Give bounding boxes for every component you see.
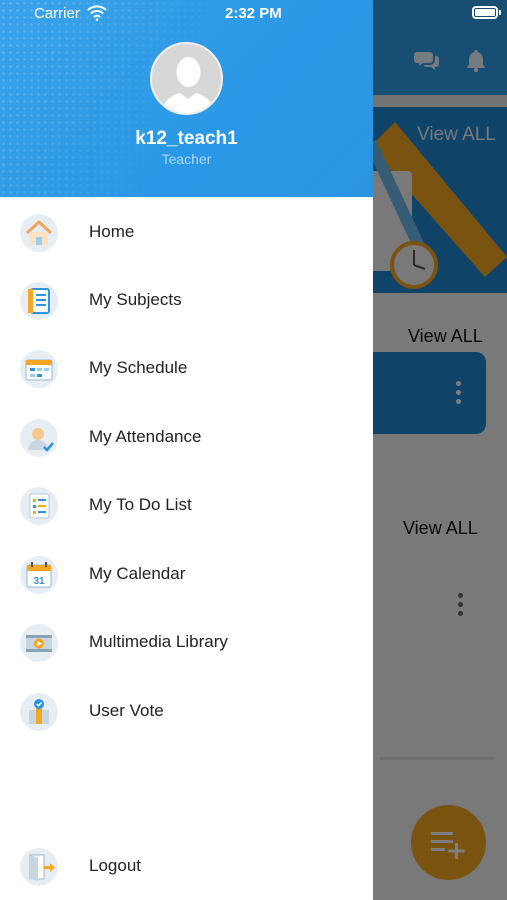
subjects-notebook-icon [20, 282, 58, 320]
drawer-header: k12_teach1 Teacher [0, 0, 373, 197]
calendar-icon: 31 [20, 556, 58, 594]
menu-label: Multimedia Library [89, 632, 228, 651]
calendar-day-number: 31 [33, 576, 45, 587]
menu-item-my-subjects[interactable]: My Subjects [0, 270, 373, 330]
attendance-person-icon [20, 419, 58, 457]
menu-label: My To Do List [89, 495, 192, 514]
todo-list-icon [20, 487, 58, 525]
menu-label: My Attendance [89, 427, 202, 446]
status-bar: Carrier 2:32 PM [0, 0, 507, 28]
menu-item-my-attendance[interactable]: My Attendance [0, 407, 373, 467]
logout-door-icon [20, 848, 58, 886]
menu-label: Logout [89, 856, 141, 875]
menu-item-my-schedule[interactable]: My Schedule [0, 338, 373, 398]
menu-item-user-vote[interactable]: User Vote [0, 681, 373, 741]
home-icon [20, 214, 58, 252]
user-name: k12_teach1 [135, 128, 238, 149]
carrier-label: Carrier [34, 5, 80, 22]
menu-item-multimedia-library[interactable]: Multimedia Library [0, 612, 373, 672]
menu-item-home[interactable]: Home [0, 202, 373, 262]
menu-label: Home [89, 222, 135, 241]
menu-item-my-calendar[interactable]: 31 My Calendar [0, 544, 373, 604]
battery-icon [472, 6, 501, 19]
multimedia-film-icon [20, 624, 58, 662]
user-vote-icon [20, 693, 58, 731]
schedule-calendar-icon [20, 350, 58, 388]
menu-item-my-to-do-list[interactable]: My To Do List [0, 475, 373, 535]
user-silhouette-icon [160, 57, 216, 113]
user-role: Teacher [161, 151, 212, 167]
menu-label: My Schedule [89, 358, 188, 377]
menu-item-logout[interactable]: Logout [0, 836, 373, 896]
menu-label: My Calendar [89, 564, 186, 583]
avatar[interactable] [150, 42, 223, 115]
menu-label: My Subjects [89, 290, 182, 309]
navigation-drawer: k12_teach1 Teacher Home My Subjects My S… [0, 0, 373, 900]
clock: 2:32 PM [225, 5, 282, 22]
menu-label: User Vote [89, 701, 164, 720]
wifi-icon [87, 5, 107, 25]
